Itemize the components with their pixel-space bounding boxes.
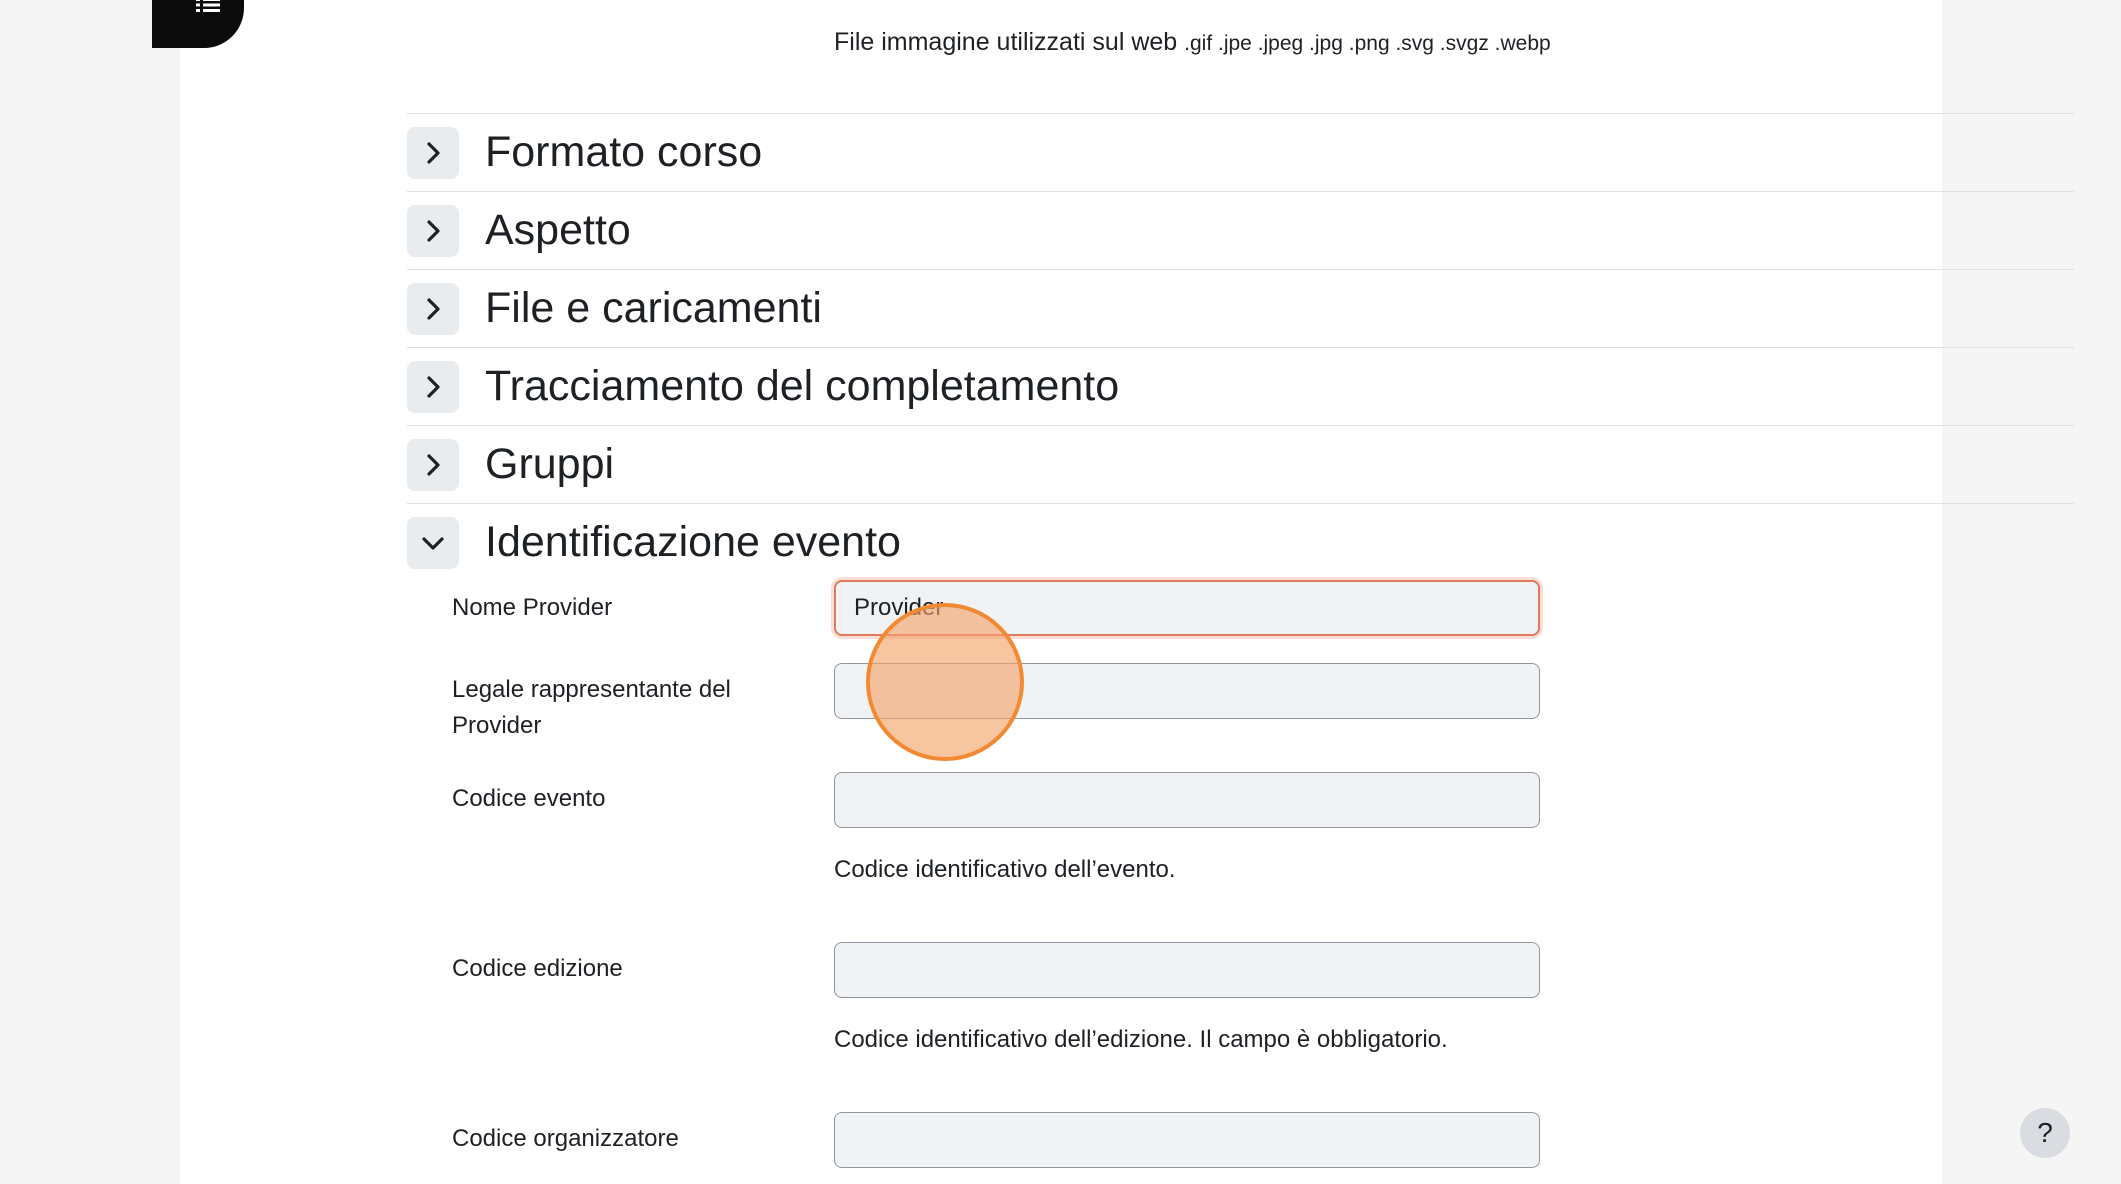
chevron-right-icon <box>427 219 440 242</box>
chevron-down-icon <box>422 536 444 550</box>
help-button[interactable]: ? <box>2020 1108 2070 1158</box>
codice-edizione-help: Codice identificativo dell’edizione. Il … <box>834 1026 1448 1053</box>
codice-edizione-input[interactable] <box>834 942 1540 998</box>
codice-evento-input[interactable] <box>834 772 1540 828</box>
chevron-right-icon <box>427 297 440 320</box>
filetypes-extensions: .gif .jpe .jpeg .jpg .png .svg .svgz .we… <box>1184 32 1551 55</box>
list-icon <box>196 0 220 12</box>
nome-provider-input[interactable] <box>834 580 1540 636</box>
section-formato-corso[interactable]: Formato corso <box>407 113 2074 191</box>
chevron-right-icon <box>427 375 440 398</box>
codice-organizzatore-input[interactable] <box>834 1112 1540 1168</box>
course-index-toggle[interactable] <box>152 0 244 48</box>
chevron-right-icon <box>427 141 440 164</box>
page: File immagine utilizzati sul web .gif .j… <box>152 0 2074 1184</box>
section-tracciamento[interactable]: Tracciamento del completamento <box>407 347 2074 425</box>
section-title[interactable]: Formato corso <box>485 128 762 177</box>
filetypes-label: File immagine utilizzati sul web <box>834 28 1178 56</box>
section-toggle[interactable] <box>407 516 459 569</box>
section-title[interactable]: Gruppi <box>485 440 614 489</box>
section-toggle[interactable] <box>407 204 459 257</box>
section-toggle[interactable] <box>407 282 459 335</box>
section-title[interactable]: File e caricamenti <box>485 284 822 333</box>
section-toggle[interactable] <box>407 126 459 179</box>
codice-organizzatore-label: Codice organizzatore <box>452 1125 679 1152</box>
codice-evento-label: Codice evento <box>452 785 606 812</box>
nome-provider-label: Nome Provider <box>452 594 613 621</box>
section-file-caricamenti[interactable]: File e caricamenti <box>407 269 2074 347</box>
section-title[interactable]: Aspetto <box>485 206 631 255</box>
section-title[interactable]: Tracciamento del completamento <box>485 362 1119 411</box>
form-sections: Formato corso Aspetto File e caricamenti… <box>407 113 2074 581</box>
legale-rappresentante-input[interactable] <box>834 663 1540 719</box>
codice-evento-help: Codice identificativo dell’evento. <box>834 856 1176 883</box>
chevron-right-icon <box>427 453 440 476</box>
section-identificazione-evento[interactable]: Identificazione evento <box>407 503 2074 581</box>
section-gruppi[interactable]: Gruppi <box>407 425 2074 503</box>
section-aspetto[interactable]: Aspetto <box>407 191 2074 269</box>
legale-rappresentante-label: Legale rappresentante del Provider <box>452 676 731 739</box>
section-toggle[interactable] <box>407 360 459 413</box>
help-button-label: ? <box>2037 1117 2053 1148</box>
accepted-filetypes: File immagine utilizzati sul web .gif .j… <box>834 28 1551 57</box>
codice-edizione-label: Codice edizione <box>452 955 623 982</box>
section-title[interactable]: Identificazione evento <box>485 518 901 567</box>
section-toggle[interactable] <box>407 438 459 491</box>
